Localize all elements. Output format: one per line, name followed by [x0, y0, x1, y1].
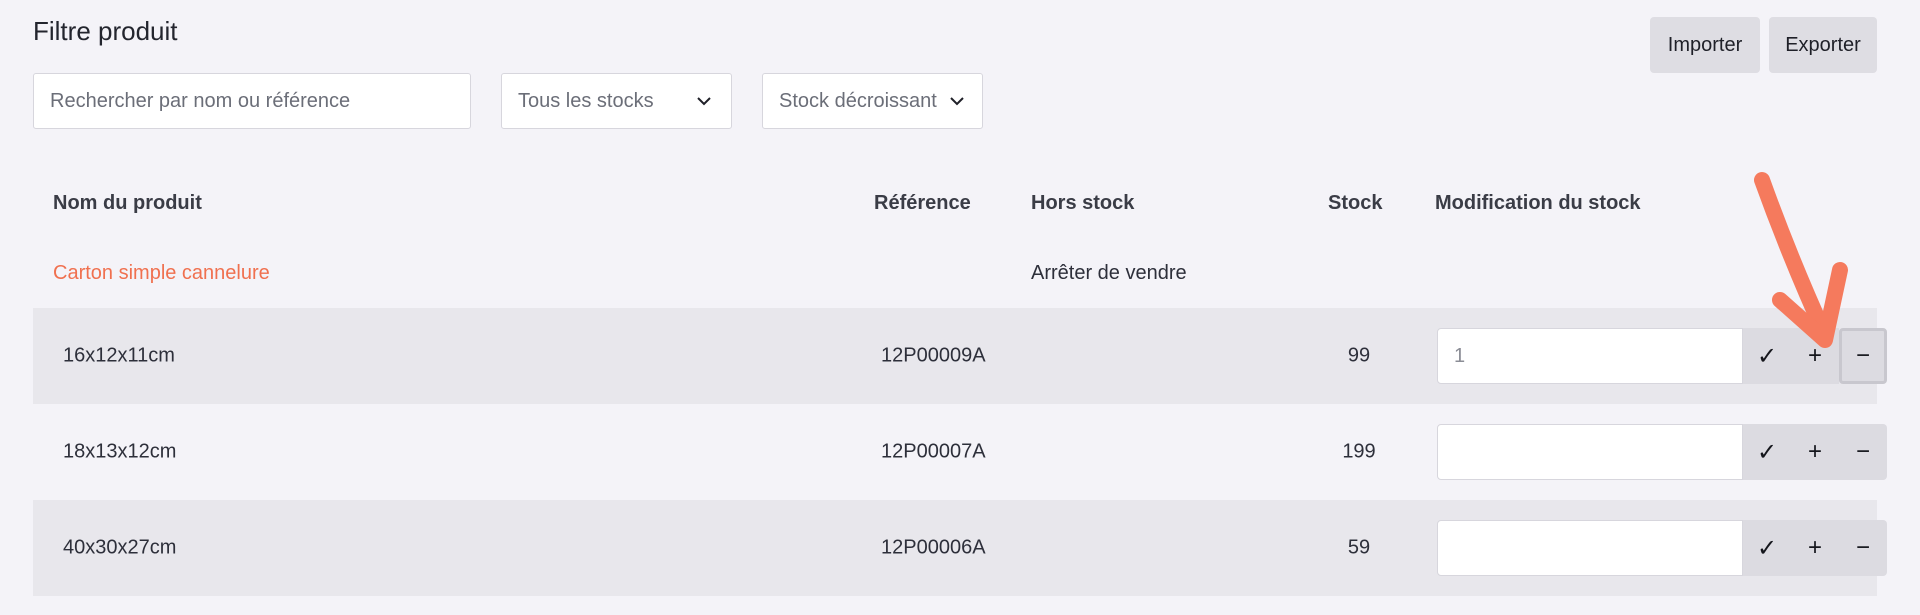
chevron-down-icon: [697, 97, 711, 106]
chevron-down-icon: [950, 97, 964, 106]
column-header-modification: Modification du stock: [1435, 192, 1641, 214]
confirm-button[interactable]: ✓: [1743, 520, 1791, 576]
plus-icon: +: [1807, 438, 1822, 465]
plus-icon: +: [1807, 342, 1822, 369]
confirm-button[interactable]: ✓: [1743, 424, 1791, 480]
variant-name: 16x12x11cm: [63, 344, 175, 367]
minus-icon: −: [1855, 438, 1870, 465]
stock-filter-select[interactable]: Tous les stocks: [501, 73, 732, 129]
stock-filter-value: Tous les stocks: [518, 89, 654, 112]
sort-order-value: Stock décroissant: [779, 89, 937, 112]
minus-icon: −: [1855, 342, 1870, 369]
check-icon: ✓: [1756, 342, 1778, 370]
confirm-button[interactable]: ✓: [1743, 328, 1791, 384]
variant-name: 18x13x12cm: [63, 440, 177, 463]
search-input[interactable]: [33, 73, 471, 129]
variant-stock: 99: [1347, 344, 1371, 367]
increment-button[interactable]: +: [1791, 328, 1839, 384]
minus-icon: −: [1855, 534, 1870, 561]
increment-button[interactable]: +: [1791, 520, 1839, 576]
column-header-stock[interactable]: Stock: [1328, 192, 1382, 215]
table-row: 18x13x12cm 12P00007A 199 ✓ + −: [33, 404, 1887, 500]
variant-reference: 12P00009A: [881, 344, 986, 367]
variant-name: 40x30x27cm: [63, 536, 177, 559]
variant-stock: 199: [1342, 440, 1376, 463]
decrement-button[interactable]: −: [1839, 424, 1887, 480]
column-header-name[interactable]: Nom du produit: [53, 192, 202, 215]
check-icon: ✓: [1756, 438, 1778, 466]
decrement-button[interactable]: −: [1839, 520, 1887, 576]
hors-stock-value: Arrêter de vendre: [1031, 262, 1187, 284]
import-button[interactable]: Importer: [1650, 17, 1760, 73]
stock-modification-input[interactable]: [1437, 424, 1743, 480]
sort-order-select[interactable]: Stock décroissant: [762, 73, 983, 129]
column-header-reference[interactable]: Référence: [874, 192, 971, 215]
check-icon: ✓: [1756, 534, 1778, 562]
stock-modification-input[interactable]: [1437, 520, 1743, 576]
table-row: 40x30x27cm 12P00006A 59 ✓ + −: [33, 500, 1887, 596]
plus-icon: +: [1807, 534, 1822, 561]
variant-reference: 12P00007A: [881, 440, 986, 463]
increment-button[interactable]: +: [1791, 424, 1839, 480]
variant-reference: 12P00006A: [881, 536, 986, 559]
stock-modification-input[interactable]: [1437, 328, 1743, 384]
table-row: 16x12x11cm 12P00009A 99 ✓ + −: [33, 308, 1887, 404]
export-button[interactable]: Exporter: [1769, 17, 1877, 73]
decrement-button[interactable]: −: [1839, 328, 1887, 384]
column-header-hors-stock[interactable]: Hors stock: [1031, 192, 1134, 215]
product-name-link[interactable]: Carton simple cannelure: [53, 262, 270, 285]
page-title: Filtre produit: [33, 16, 178, 46]
variant-stock: 59: [1347, 536, 1371, 559]
